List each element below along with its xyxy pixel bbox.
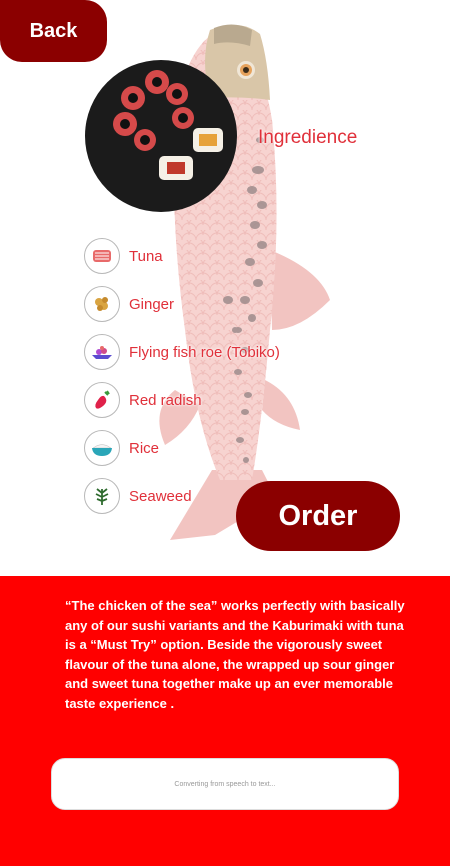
- sushi-roll-icon: [113, 70, 223, 180]
- ingredient-item-seaweed: Seaweed: [84, 478, 192, 514]
- ginger-icon: [84, 286, 120, 322]
- tuna-icon: [84, 238, 120, 274]
- ingredient-item-radish: Red radish: [84, 382, 202, 418]
- ingredient-item-tobiko: Flying fish roe (Tobiko): [84, 334, 280, 370]
- description-panel: “The chicken of the sea” works perfectly…: [0, 576, 450, 866]
- rice-bowl-icon: [84, 430, 120, 466]
- sushi-plate-image: [85, 60, 237, 212]
- seaweed-icon: [84, 478, 120, 514]
- ingredient-label: Seaweed: [129, 487, 192, 505]
- order-button[interactable]: Order: [236, 481, 400, 551]
- back-button[interactable]: Back: [0, 0, 107, 62]
- ingredient-label: Tuna: [129, 247, 163, 265]
- dish-description: “The chicken of the sea” works perfectly…: [65, 598, 405, 711]
- dish-panel: Back Ingredience Tuna Ginger Flying fish…: [0, 0, 450, 576]
- fish-roe-icon: [84, 334, 120, 370]
- ingredients-title: Ingredience: [258, 127, 358, 148]
- speech-input[interactable]: Converting from speech to text...: [51, 758, 399, 810]
- ingredient-label: Ginger: [129, 295, 175, 313]
- ingredient-label: Flying fish roe (Tobiko): [129, 343, 280, 361]
- ingredient-label: Rice: [129, 439, 160, 457]
- ingredient-item-tuna: Tuna: [84, 238, 163, 274]
- radish-icon: [84, 382, 120, 418]
- ingredient-item-ginger: Ginger: [84, 286, 174, 322]
- ingredient-label: Red radish: [129, 391, 202, 409]
- ingredient-item-rice: Rice: [84, 430, 159, 466]
- speech-status: Converting from speech to text...: [174, 780, 276, 788]
